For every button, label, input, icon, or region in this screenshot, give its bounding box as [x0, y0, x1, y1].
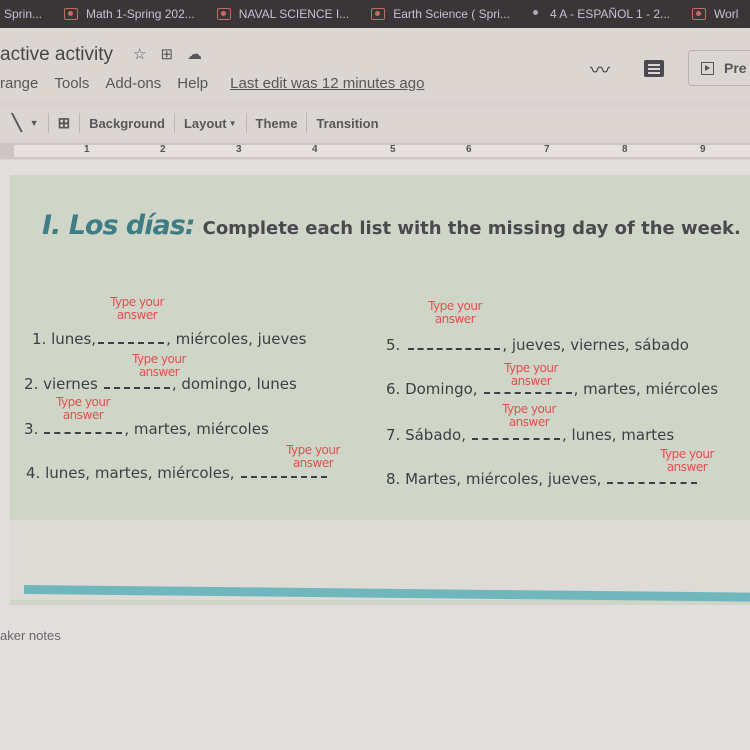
answer-blank[interactable] [471, 430, 560, 440]
classroom-icon [64, 8, 79, 20]
item-text: 3. [24, 420, 39, 438]
divider [47, 113, 49, 133]
ruler-tick-label: 8 [622, 144, 628, 155]
background-button[interactable]: Background [89, 116, 165, 131]
browser-tab[interactable]: Sprin... [4, 7, 42, 21]
exercise-item: 1. lunes, , miércoles, jueves [32, 330, 306, 348]
classroom-icon [692, 8, 707, 20]
item-text: , miércoles, jueves [166, 330, 307, 348]
answer-hint[interactable]: Type your answer [420, 300, 490, 326]
item-text: , lunes, martes [561, 426, 675, 444]
tab-label: Sprin... [4, 7, 43, 21]
item-text: 4. lunes, martes, miércoles, [26, 464, 235, 482]
item-text: 7. Sábado, [386, 426, 466, 444]
present-label: Pre [724, 60, 747, 76]
document-title[interactable]: active activity [0, 44, 113, 66]
menu-tools[interactable]: Tools [54, 75, 89, 92]
browser-tab[interactable]: 4 A - ESPAÑOL 1 - 2... [532, 7, 670, 21]
classroom-icon [371, 8, 386, 20]
menu-help[interactable]: Help [177, 75, 208, 92]
layout-button[interactable]: Layout [184, 116, 227, 131]
divider [306, 113, 308, 133]
chevron-down-icon[interactable]: ▼ [30, 118, 39, 128]
browser-tab-bar: Sprin... Math 1-Spring 202... NAVAL SCIE… [0, 0, 750, 28]
menu-bar: range Tools Add-ons Help Last edit was 1… [0, 75, 440, 92]
ruler-tick-label: 4 [312, 144, 318, 155]
tab-label: Math 1-Spring 202... [86, 7, 195, 21]
divider [79, 113, 81, 133]
browser-tab[interactable]: Math 1-Spring 202... [64, 7, 195, 21]
item-text: 2. viernes [24, 375, 98, 393]
item-text: 1. lunes, [32, 330, 97, 348]
exercise-item: 4. lunes, martes, miércoles, [26, 464, 329, 482]
tab-label: Earth Science ( Spri... [393, 7, 510, 21]
present-button[interactable]: Pre [688, 50, 750, 86]
browser-tab[interactable]: NAVAL SCIENCE I... [216, 7, 350, 21]
document-header: active activity ☆ ⊞ ☁ range Tools Add-on… [0, 28, 750, 100]
item-text: , martes, miércoles [573, 380, 719, 398]
answer-hint[interactable]: Type your answer [48, 396, 118, 422]
tab-label: 4 A - ESPAÑOL 1 - 2... [549, 7, 671, 21]
answer-hint[interactable]: Type your answer [102, 296, 172, 322]
heading-title: I. Los días: [42, 210, 196, 241]
star-icon[interactable]: ☆ [133, 45, 146, 63]
play-icon [701, 61, 714, 75]
ruler-tick-label: 2 [160, 144, 166, 155]
browser-tab[interactable]: Worl [692, 7, 738, 21]
add-comment-icon[interactable]: ⊞ [58, 114, 71, 132]
theme-button[interactable]: Theme [256, 116, 298, 131]
transition-button[interactable]: Transition [316, 116, 378, 131]
item-text: 5. [386, 336, 401, 354]
item-text: 6. Domingo, [386, 380, 478, 398]
item-text: , jueves, viernes, sábado [502, 336, 689, 354]
ruler-tick-label: 9 [700, 144, 706, 155]
person-icon [532, 8, 542, 20]
ruler-tick-label: 3 [236, 144, 242, 155]
last-edit-link[interactable]: Last edit was 12 minutes ago [230, 75, 424, 92]
slide-heading: I. Los días: Complete each list with the… [42, 210, 741, 241]
instruction-text: Complete each list with the missing day … [202, 218, 741, 239]
divider [173, 113, 175, 133]
ruler-tick-label: 5 [390, 144, 396, 155]
menu-addons[interactable]: Add-ons [105, 75, 161, 92]
answer-blank[interactable] [408, 340, 501, 350]
browser-tab[interactable]: Earth Science ( Spri... [371, 7, 510, 21]
ruler-tick-label: 6 [466, 144, 472, 155]
classroom-icon [216, 8, 231, 20]
item-text: , domingo, lunes [171, 375, 297, 393]
exercise-item: 6. Domingo, , martes, miércoles [386, 380, 718, 398]
line-tool-icon[interactable]: ╲ [12, 113, 22, 133]
comment-icon[interactable] [644, 59, 664, 77]
toolbar: ╲ ▼ ⊞ Background Layout ▼ Theme Transiti… [0, 108, 750, 138]
cloud-status-icon[interactable]: ☁ [187, 45, 202, 63]
activity-trend-icon[interactable]: 〰 [590, 54, 610, 83]
item-text: , martes, miércoles [124, 420, 269, 438]
exercise-item: 2. viernes , domingo, lunes [24, 375, 297, 393]
tab-label: Worl [714, 7, 739, 21]
speaker-notes[interactable]: aker notes [0, 628, 61, 643]
answer-blank[interactable] [607, 474, 698, 484]
answer-blank[interactable] [103, 379, 170, 389]
ruler-tick-label: 7 [544, 144, 550, 155]
menu-arrange[interactable]: range [0, 75, 38, 92]
divider [245, 113, 247, 133]
item-text: 8. Martes, miércoles, jueves, [386, 470, 602, 488]
tab-label: NAVAL SCIENCE I... [238, 7, 350, 21]
move-folder-icon[interactable]: ⊞ [160, 45, 173, 63]
exercise-item: 7. Sábado, , lunes, martes [386, 426, 674, 444]
answer-blank[interactable] [240, 468, 327, 478]
chevron-down-icon: ▼ [228, 118, 237, 128]
exercise-item: 3. , martes, miércoles [24, 420, 269, 438]
answer-blank[interactable] [44, 424, 123, 434]
horizontal-ruler[interactable]: 1 2 3 4 5 6 7 8 9 [0, 143, 750, 159]
exercise-item: 8. Martes, miércoles, jueves, [386, 470, 699, 488]
answer-blank[interactable] [98, 334, 165, 344]
answer-blank[interactable] [483, 384, 572, 394]
exercise-item: 5. , jueves, viernes, sábado [386, 336, 689, 354]
ruler-tick-label: 1 [84, 144, 90, 155]
